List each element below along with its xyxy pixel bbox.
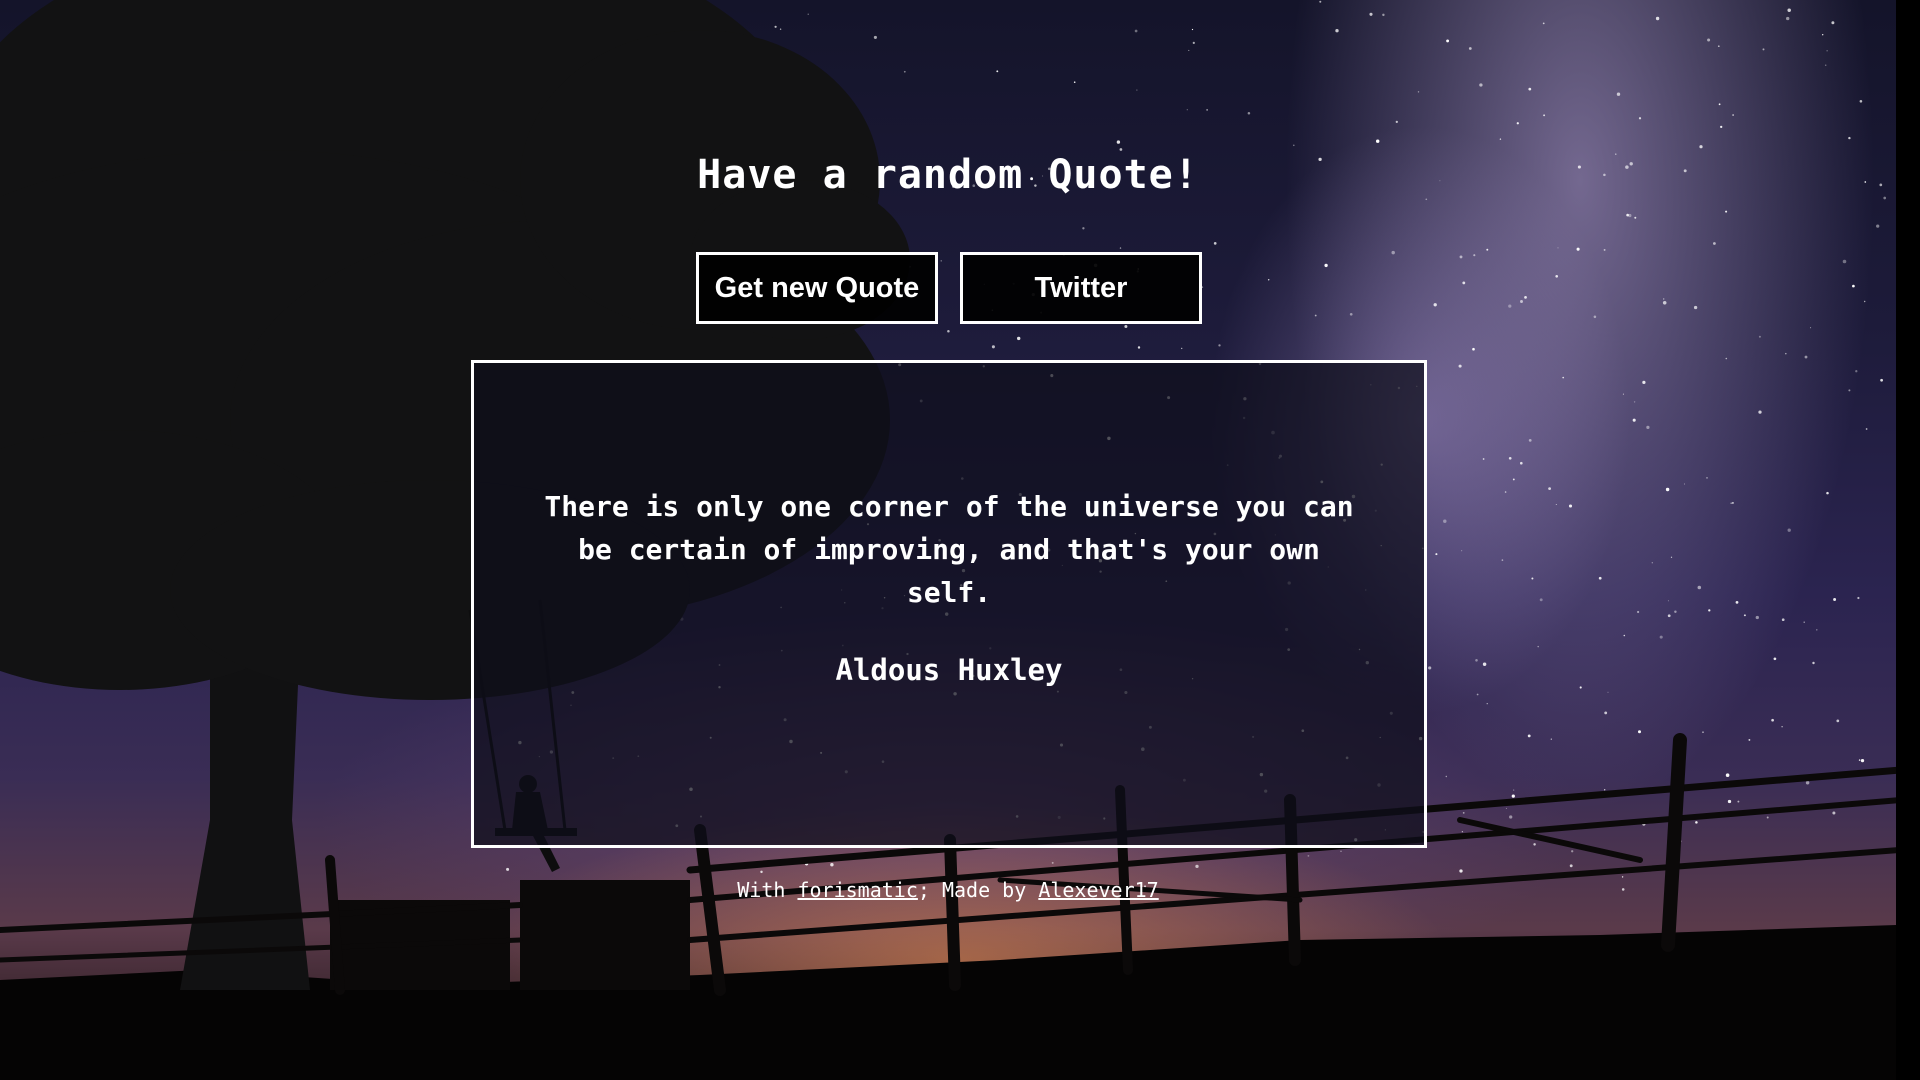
scrollbar-gutter — [1896, 0, 1920, 1080]
quote-text: There is only one corner of the universe… — [544, 490, 1354, 609]
forismatic-link[interactable]: forismatic — [797, 878, 917, 902]
tree-trunk — [180, 640, 310, 990]
page-title: Have a random Quote! — [697, 152, 1199, 198]
footer-middle: ; Made by — [917, 878, 1027, 902]
twitter-button[interactable]: Twitter — [960, 252, 1202, 324]
footer: With forismatic; Made by Alexever17 — [0, 878, 1896, 902]
author-link[interactable]: Alexever17 — [1038, 878, 1158, 902]
get-new-quote-button[interactable]: Get new Quote — [696, 252, 938, 324]
footer-prefix: With — [737, 878, 786, 902]
quote-box: There is only one corner of the universe… — [471, 360, 1427, 848]
quote-author: Aldous Huxley — [835, 653, 1063, 687]
